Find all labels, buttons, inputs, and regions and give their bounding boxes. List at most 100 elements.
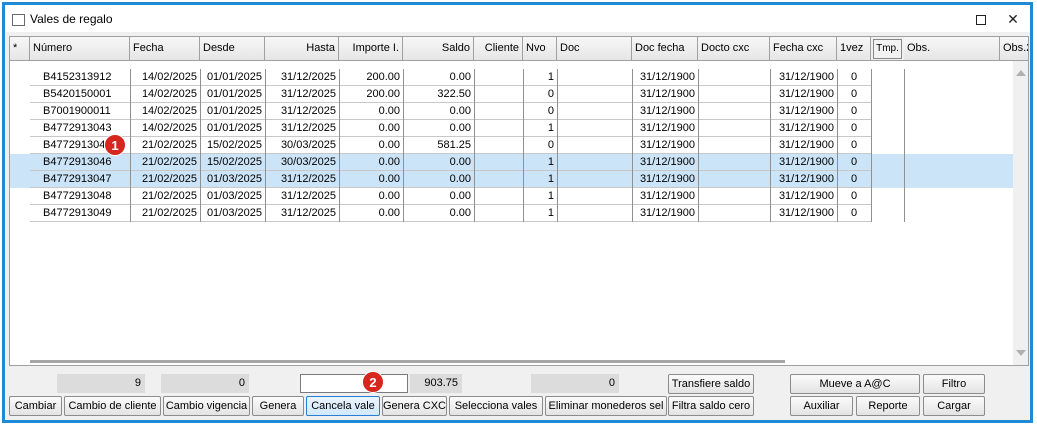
cell-desde: 01/01/2025 xyxy=(200,86,265,103)
transfiere-saldo-button[interactable]: Transfiere saldo xyxy=(668,374,754,394)
column-divider xyxy=(632,69,633,222)
cell-numero: B4772913047 xyxy=(30,171,130,188)
cambio-cliente-button[interactable]: Cambio de cliente xyxy=(64,396,161,416)
maximize-button[interactable] xyxy=(970,9,992,29)
cell-desde: 01/03/2025 xyxy=(200,205,265,222)
column-header[interactable]: Cliente xyxy=(474,37,523,60)
annotation-badge-1: 1 xyxy=(104,134,126,156)
cell-docto-cxc xyxy=(698,137,770,154)
cell-nvo: 1 xyxy=(523,188,557,205)
cell-fecha-cxc: 31/12/1900 xyxy=(770,205,837,222)
mueve-button[interactable]: Mueve a A@C xyxy=(790,374,920,394)
vales-grid[interactable]: * Número Fecha Desde Hasta Importe I. Saldo Cli… xyxy=(9,36,1029,366)
column-header[interactable]: Obs. xyxy=(904,37,1000,60)
cell-fecha-cxc: 31/12/1900 xyxy=(770,103,837,120)
reporte-button[interactable]: Reporte xyxy=(856,396,920,416)
cell-fecha: 21/02/2025 xyxy=(130,154,200,171)
cell-fecha: 14/02/2025 xyxy=(130,86,200,103)
cell-doc xyxy=(557,154,632,171)
cell-doc-fecha: 31/12/1900 xyxy=(632,154,698,171)
genera-button[interactable]: Genera xyxy=(252,396,304,416)
cell-doc xyxy=(557,171,632,188)
table-row[interactable]: B4772913047 21/02/2025 01/03/2025 31/12/202… xyxy=(10,171,1013,188)
scroll-up-icon[interactable] xyxy=(1016,70,1026,76)
cell-docto-cxc xyxy=(698,103,770,120)
column-header[interactable]: Hasta xyxy=(265,37,339,60)
annotation-badge-2: 2 xyxy=(362,371,384,393)
cell-numero: B4772913046 xyxy=(30,154,130,171)
window-title: Vales de regalo xyxy=(30,12,113,26)
cell-numero: B4772913048 xyxy=(30,188,130,205)
column-header[interactable]: 1vez xyxy=(837,37,871,60)
cell-doc xyxy=(557,188,632,205)
cargar-button[interactable]: Cargar xyxy=(923,396,985,416)
selecciona-vales-button[interactable]: Selecciona vales xyxy=(449,396,543,416)
cell-fecha-cxc: 31/12/1900 xyxy=(770,137,837,154)
cell-vez: 0 xyxy=(837,137,871,154)
cell-cliente xyxy=(474,120,523,137)
cell-numero: B7001900011 xyxy=(30,103,130,120)
filtra-saldo-cero-button[interactable]: Filtra saldo cero xyxy=(668,396,754,416)
cell-saldo: 581.25 xyxy=(403,137,474,154)
cell-docto-cxc xyxy=(698,188,770,205)
cell-fecha: 21/02/2025 xyxy=(130,205,200,222)
cell-importe: 0.00 xyxy=(339,120,403,137)
table-row[interactable]: B4772913043 14/02/2025 01/01/2025 31/12/202… xyxy=(10,120,1013,137)
cambiar-button[interactable]: Cambiar xyxy=(9,396,62,416)
close-button[interactable]: ✕ xyxy=(1002,9,1024,29)
cell-fecha: 14/02/2025 xyxy=(130,103,200,120)
column-divider xyxy=(265,69,266,222)
column-divider xyxy=(523,69,524,222)
table-row[interactable]: B4152313912 14/02/2025 01/01/2025 31/12/202… xyxy=(10,69,1013,86)
cell-desde: 01/01/2025 xyxy=(200,69,265,86)
column-header[interactable]: Saldo xyxy=(403,37,474,60)
cambio-vigencia-button[interactable]: Cambio vigencia xyxy=(163,396,250,416)
column-header[interactable]: Desde xyxy=(200,37,265,60)
column-header[interactable]: * xyxy=(10,37,30,60)
maximize-icon xyxy=(976,14,986,25)
column-header[interactable]: Doc fecha xyxy=(632,37,698,60)
horizontal-scrollbar[interactable] xyxy=(30,360,785,363)
cell-doc-fecha: 31/12/1900 xyxy=(632,205,698,222)
table-row[interactable]: B5420150001 14/02/2025 01/01/2025 31/12/202… xyxy=(10,86,1013,103)
cell-vez: 0 xyxy=(837,154,871,171)
eliminar-monederos-button[interactable]: Eliminar monederos sel xyxy=(545,396,667,416)
column-header[interactable]: Fecha xyxy=(130,37,200,60)
cell-nvo: 0 xyxy=(523,137,557,154)
tmp-column-button[interactable]: Tmp. xyxy=(873,39,902,59)
column-header[interactable]: Docto cxc xyxy=(698,37,770,60)
cell-doc-fecha: 31/12/1900 xyxy=(632,103,698,120)
table-row[interactable]: B4772913045 21/02/2025 15/02/2025 30/03/202… xyxy=(10,137,1013,154)
cell-desde: 01/01/2025 xyxy=(200,103,265,120)
column-header[interactable]: Obs.2 xyxy=(1000,37,1028,60)
vertical-scrollbar[interactable] xyxy=(1013,61,1028,365)
cell-desde: 01/01/2025 xyxy=(200,120,265,137)
column-header[interactable]: Nvo xyxy=(523,37,557,60)
column-header[interactable]: Doc xyxy=(557,37,632,60)
cell-importe: 0.00 xyxy=(339,103,403,120)
column-header[interactable]: Importe I. xyxy=(339,37,403,60)
table-row[interactable]: B4772913046 21/02/2025 15/02/2025 30/03/202… xyxy=(10,154,1013,171)
column-header[interactable]: Fecha cxc xyxy=(770,37,837,60)
cell-desde: 01/03/2025 xyxy=(200,171,265,188)
title-bar: Vales de regalo ✕ xyxy=(5,5,1030,32)
cell-nvo: 1 xyxy=(523,171,557,188)
cell-hasta: 31/12/2025 xyxy=(265,103,339,120)
genera-cxc-button[interactable]: Genera CXC xyxy=(382,396,447,416)
summary-input[interactable] xyxy=(300,374,408,393)
table-row[interactable]: B4772913049 21/02/2025 01/03/2025 31/12/202… xyxy=(10,205,1013,222)
filtro-button[interactable]: Filtro xyxy=(923,374,985,394)
cell-fecha-cxc: 31/12/1900 xyxy=(770,86,837,103)
cell-hasta: 31/12/2025 xyxy=(265,69,339,86)
table-row[interactable]: B7001900011 14/02/2025 01/01/2025 31/12/202… xyxy=(10,103,1013,120)
cell-fecha: 21/02/2025 xyxy=(130,171,200,188)
cell-vez: 0 xyxy=(837,205,871,222)
table-row[interactable]: B4772913048 21/02/2025 01/03/2025 31/12/202… xyxy=(10,188,1013,205)
cell-saldo: 0.00 xyxy=(403,120,474,137)
auxiliar-button[interactable]: Auxiliar xyxy=(790,396,853,416)
cell-cliente xyxy=(474,86,523,103)
column-header[interactable]: Número xyxy=(30,37,130,60)
cancela-vale-button[interactable]: Cancela vale xyxy=(306,396,380,416)
scroll-down-icon[interactable] xyxy=(1016,350,1026,356)
cell-saldo: 322.50 xyxy=(403,86,474,103)
